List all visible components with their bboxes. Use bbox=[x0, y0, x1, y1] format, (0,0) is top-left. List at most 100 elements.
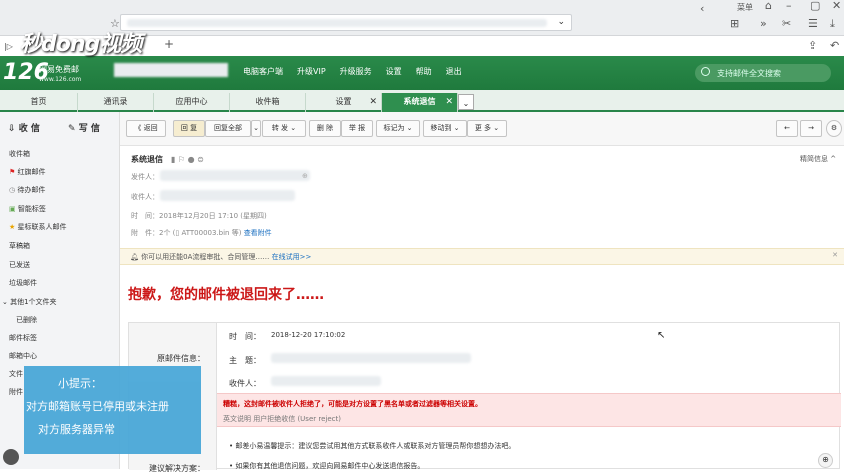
sidebar-item-other[interactable]: ⌄ 其他1个文件夹 bbox=[2, 297, 57, 307]
nav-settings[interactable]: 设置 bbox=[386, 66, 402, 77]
nav-client[interactable]: 电脑客户端 bbox=[243, 66, 283, 77]
tab-home[interactable]: 首页 bbox=[0, 93, 78, 112]
star-icon: ★ bbox=[9, 223, 18, 231]
forward-button[interactable]: 转 发 ⌄ bbox=[262, 120, 306, 137]
sidebar-item-center[interactable]: 邮箱中心 bbox=[9, 351, 37, 361]
tab-bounce[interactable]: 系统退信 ✕ bbox=[382, 93, 458, 112]
tab-settings[interactable]: 设置 ✕ bbox=[306, 93, 382, 112]
top-nav: 电脑客户端 升级VIP 升级服务 设置 帮助 退出 bbox=[243, 66, 476, 77]
skin-icon[interactable]: ⌂ bbox=[765, 0, 772, 11]
apps-icon[interactable] bbox=[3, 449, 19, 465]
subject-blurred bbox=[271, 353, 471, 363]
tip-line-2: 对方服务器异常 bbox=[38, 423, 115, 436]
nav-upgrade[interactable]: 升级服务 bbox=[340, 66, 372, 77]
sidebar-item-attachments[interactable]: 附件 bbox=[9, 387, 23, 397]
more-icon[interactable]: » bbox=[760, 18, 767, 29]
minimize-icon[interactable]: – bbox=[786, 0, 792, 11]
recipient-label: 收件人： bbox=[131, 193, 159, 201]
next-message-icon[interactable]: → bbox=[800, 120, 822, 137]
sidebar-item-tags[interactable]: ▣ 智能标签 bbox=[9, 204, 46, 214]
search-input[interactable]: 支持邮件全文搜索 bbox=[695, 64, 831, 82]
tab-bar: 首页 通讯录 应用中心 收件箱 设置 ✕ 系统退信 ✕ ⌄ bbox=[0, 90, 844, 112]
share-icon[interactable]: ⇪ bbox=[808, 40, 817, 51]
new-tab-button[interactable]: + bbox=[164, 38, 174, 50]
prev-message-icon[interactable]: ← bbox=[776, 120, 798, 137]
grid-icon[interactable]: ⊞ bbox=[730, 18, 739, 29]
menu-label[interactable]: 菜单 bbox=[737, 2, 753, 13]
tab-inbox[interactable]: 收件箱 bbox=[230, 93, 306, 112]
solution-tip-1: • 邮差小易温馨提示：建议您尝试用其他方式联系收件人或联系对方管理员帮你想想办法… bbox=[229, 442, 516, 450]
sidebar-toggle-icon[interactable]: |▷ bbox=[4, 41, 13, 52]
back-arrow-icon[interactable]: ‹ bbox=[700, 3, 704, 14]
view-attachment-link[interactable]: 查看附件 bbox=[244, 229, 272, 237]
reason-english: 英文说明 用户拒绝收信 (User reject) bbox=[223, 415, 341, 423]
recipient-blurred bbox=[271, 376, 381, 386]
sidebar-item-todo[interactable]: ◷ 待办邮件 bbox=[9, 185, 45, 195]
sender-add-icon[interactable]: ⊕ bbox=[302, 172, 308, 180]
move-to-button[interactable]: 移动到 ⌄ bbox=[423, 120, 467, 137]
receive-button[interactable]: ⇩ 收 信 bbox=[0, 117, 60, 139]
reply-all-button[interactable]: 回复全部 bbox=[205, 120, 251, 137]
address-bar[interactable]: ⌄ bbox=[120, 14, 572, 31]
tab-contacts[interactable]: 通讯录 bbox=[78, 93, 154, 112]
sidebar-item-files[interactable]: 文件 bbox=[9, 369, 23, 379]
zoom-icon[interactable]: ⊕ bbox=[818, 453, 833, 468]
bell-icon: 🔔︎ bbox=[130, 253, 142, 261]
tab-apps[interactable]: 应用中心 bbox=[154, 93, 230, 112]
tag-icon: ▣ bbox=[9, 205, 18, 213]
tip-overlay: 小提示： 对方邮箱账号已停用或未注册 对方服务器异常 bbox=[24, 366, 201, 454]
sidebar-item-flagged[interactable]: ⚑ 红旗邮件 bbox=[9, 167, 46, 177]
tip-line-1: 对方邮箱账号已停用或未注册 bbox=[26, 400, 169, 413]
sidebar-item-deleted[interactable]: 已删除 bbox=[16, 315, 37, 325]
mouse-cursor-icon: ↖ bbox=[657, 330, 666, 341]
reply-dropdown-icon[interactable]: ⌄ bbox=[251, 120, 261, 137]
nav-help[interactable]: 帮助 bbox=[416, 66, 432, 77]
close-icon[interactable]: ✕ bbox=[832, 0, 841, 11]
dropdown-icon[interactable]: ⌄ bbox=[557, 17, 565, 27]
flag-icons[interactable]: ▮ ⚐ ● ⊜ bbox=[171, 155, 204, 164]
sidebar-item-spam[interactable]: 垃圾邮件 bbox=[9, 278, 37, 288]
nav-vip[interactable]: 升级VIP bbox=[297, 66, 326, 77]
bounce-details-table: 原邮件信息： 时 间： 2018-12-20 17:10:02 主 题： 收件人… bbox=[128, 322, 841, 473]
download-icon[interactable]: ⤓ bbox=[830, 18, 835, 29]
sidebar-item-labels[interactable]: 邮件标签 bbox=[9, 333, 37, 343]
message-subject: 系统退信 ▮ ⚐ ● ⊜ bbox=[131, 155, 204, 164]
orig-info-label: 原邮件信息： bbox=[157, 354, 205, 363]
promo-bar: 🔔︎ 你可以用还能0A流程审批、合同管理…… 在线试用>> ✕ bbox=[120, 248, 844, 265]
sender-label: 发件人： bbox=[131, 173, 159, 181]
detail-toggle[interactable]: 精简信息 ^ bbox=[800, 154, 836, 164]
tools-icon[interactable]: ☰ bbox=[808, 18, 818, 29]
promo-link[interactable]: 在线试用>> bbox=[272, 253, 312, 261]
sidebar-item-drafts[interactable]: 草稿箱 bbox=[9, 241, 30, 251]
sidebar-item-starred[interactable]: ★ 星标联系人邮件 bbox=[9, 222, 67, 232]
mail-header: 126 网易免费邮 www.126.com 电脑客户端 升级VIP 升级服务 设置… bbox=[0, 56, 844, 90]
compose-button[interactable]: ✎ 写 信 bbox=[60, 117, 120, 139]
reason-text: 糟糕，这封邮件被收件人拒绝了，可能是对方设置了黑名单或者过滤器等相关设置。 bbox=[223, 400, 482, 408]
close-icon[interactable]: ✕ bbox=[445, 93, 453, 111]
inbox-icon: ⇩ bbox=[8, 124, 19, 134]
sidebar-item-inbox[interactable]: 收件箱 bbox=[9, 149, 30, 159]
bounce-headline: 抱歉，您的邮件被退回来了…… bbox=[128, 287, 324, 303]
mark-as-button[interactable]: 标记为 ⌄ bbox=[376, 120, 420, 137]
message-view: 《 返回 回 复 回复全部 ⌄ 转 发 ⌄ 删 除 举 报 标记为 ⌄ 移动到 … bbox=[120, 112, 844, 473]
tab-dropdown-icon[interactable]: ⌄ bbox=[458, 94, 474, 110]
message-toolbar: 《 返回 回 复 回复全部 ⌄ 转 发 ⌄ 删 除 举 报 标记为 ⌄ 移动到 … bbox=[120, 112, 844, 146]
report-button[interactable]: 举 报 bbox=[341, 120, 373, 137]
delete-button[interactable]: 删 除 bbox=[309, 120, 341, 137]
flag-icon: ⚑ bbox=[9, 168, 18, 176]
nav-logout[interactable]: 退出 bbox=[446, 66, 462, 77]
video-watermark-logo: 秒dong视频 bbox=[20, 32, 142, 57]
close-icon[interactable]: ✕ bbox=[832, 251, 838, 259]
more-button[interactable]: 更 多 ⌄ bbox=[467, 120, 507, 137]
restore-icon[interactable]: ▢ bbox=[810, 0, 820, 11]
attachment-info: 附 件：2个 (▯ ATT00003.bin 等) 查看附件 bbox=[131, 229, 272, 237]
settings-gear-icon[interactable]: ⚙ bbox=[826, 120, 842, 137]
solution-tip-2: • 如果你有其他退信问题，欢迎向网易邮件中心发送退信报告。 bbox=[229, 462, 425, 470]
back-button[interactable]: 《 返回 bbox=[126, 120, 166, 137]
scissors-icon[interactable]: ✂ bbox=[782, 18, 791, 29]
undo-icon[interactable]: ↶ bbox=[830, 40, 839, 51]
account-name-blurred bbox=[114, 63, 228, 77]
reply-button[interactable]: 回 复 bbox=[173, 120, 205, 137]
close-icon[interactable]: ✕ bbox=[369, 93, 377, 111]
sidebar-item-sent[interactable]: 已发送 bbox=[9, 260, 30, 270]
